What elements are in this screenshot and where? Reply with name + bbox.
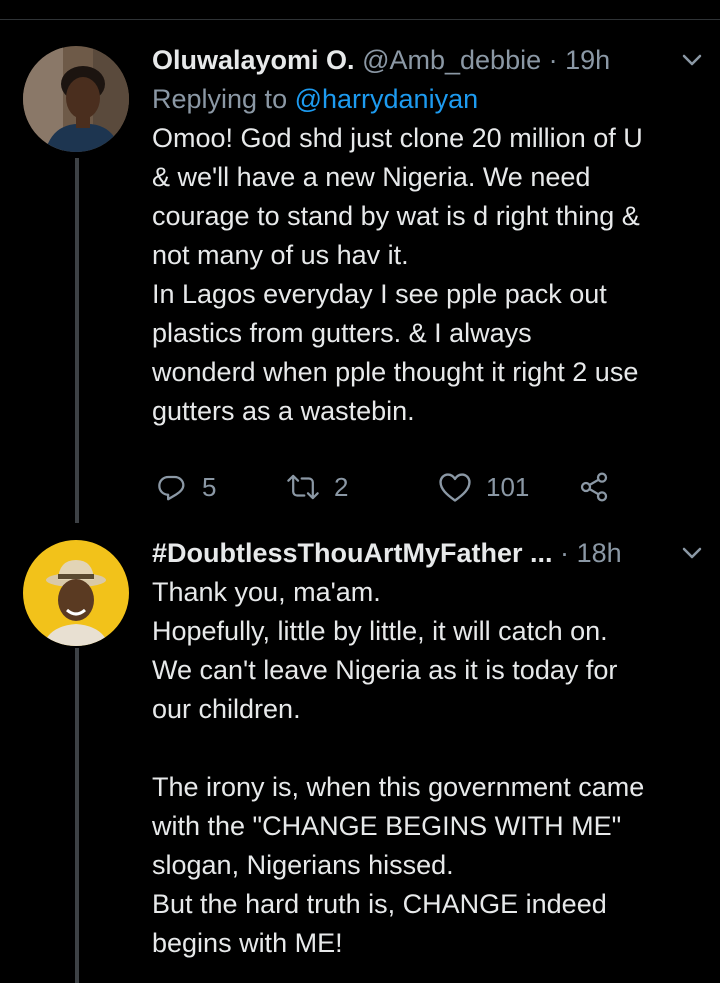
replying-prefix: Replying to <box>152 84 295 114</box>
like-button[interactable]: 101 <box>438 467 529 507</box>
retweet-icon <box>287 474 319 500</box>
thread-line <box>75 648 79 983</box>
tweet-actions: 5 2 101 <box>152 467 708 507</box>
separator: · <box>548 45 558 75</box>
tweet-text: Omoo! God shd just clone 20 million of U… <box>152 123 643 426</box>
timestamp[interactable]: 19h <box>565 45 610 75</box>
replying-to: Replying to @harrydaniyan <box>152 80 708 119</box>
share-icon <box>580 472 608 502</box>
avatar[interactable] <box>23 540 129 646</box>
avatar-photo <box>23 540 129 646</box>
reply-button[interactable]: 5 <box>156 467 216 507</box>
top-divider <box>0 19 720 20</box>
thread-line <box>75 158 79 523</box>
reply-count: 5 <box>202 471 217 502</box>
retweet-count: 2 <box>334 471 349 502</box>
like-count: 101 <box>486 471 530 502</box>
display-name[interactable]: #DoubtlessThouArtMyFather ... <box>152 538 553 568</box>
tweet-header: Oluwalayomi O. @Amb_debbie · 19h <box>152 40 708 80</box>
tweet[interactable]: Oluwalayomi O. @Amb_debbie · 19h Replyin… <box>152 40 708 507</box>
separator: · <box>560 538 570 568</box>
chevron-down-icon[interactable] <box>676 44 708 76</box>
share-button[interactable] <box>578 467 610 507</box>
user-handle[interactable]: @Amb_debbie <box>362 45 541 75</box>
reply-icon <box>158 475 185 501</box>
tweet-text: Thank you, ma'am. Hopefully, little by l… <box>152 577 645 958</box>
tweet-header: #DoubtlessThouArtMyFather ... · 18h <box>152 533 708 573</box>
avatar-photo <box>23 46 129 152</box>
avatar[interactable] <box>23 46 129 152</box>
mention-link[interactable]: @harrydaniyan <box>295 84 479 114</box>
tweet[interactable]: #DoubtlessThouArtMyFather ... · 18h Than… <box>152 533 708 963</box>
chevron-down-icon[interactable] <box>676 537 708 569</box>
like-icon <box>439 473 471 502</box>
display-name[interactable]: Oluwalayomi O. <box>152 45 355 75</box>
retweet-button[interactable]: 2 <box>286 467 348 507</box>
timestamp[interactable]: 18h <box>577 538 622 568</box>
